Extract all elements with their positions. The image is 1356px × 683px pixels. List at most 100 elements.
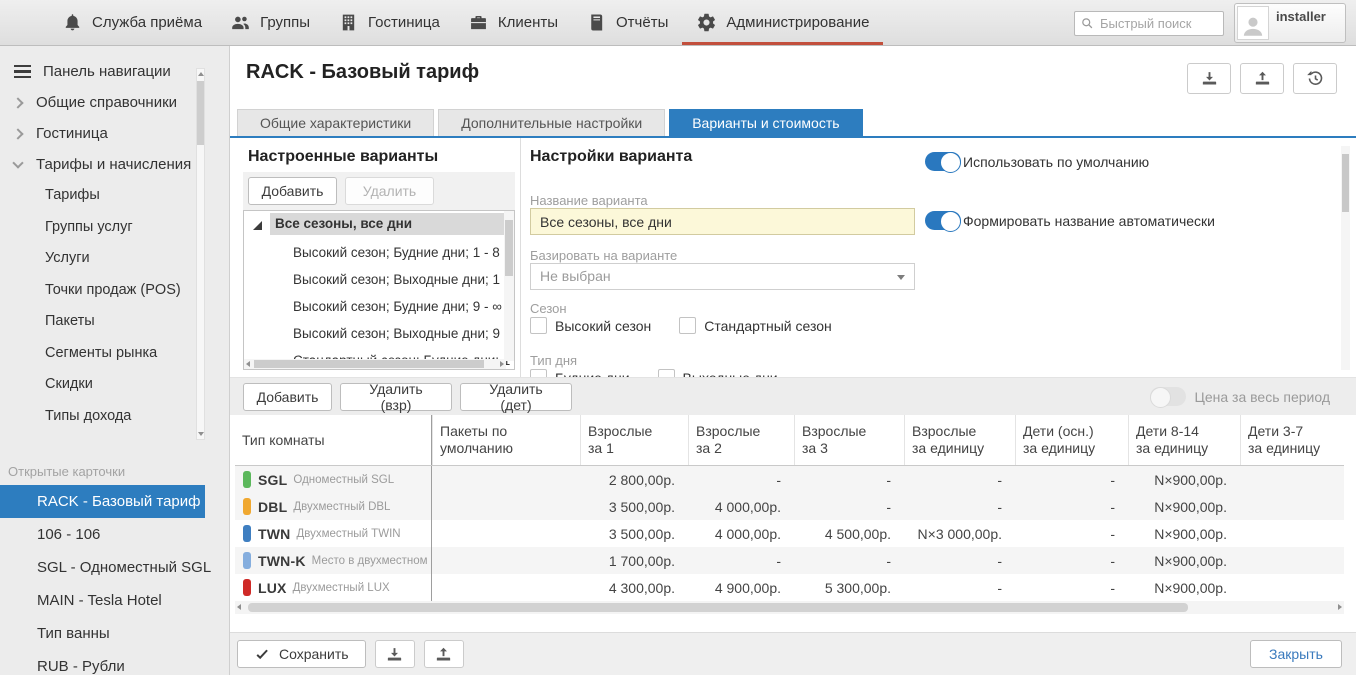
- cell-adults-3[interactable]: -: [794, 553, 904, 569]
- cell-children-8-14[interactable]: N×900,00р.: [1128, 553, 1240, 569]
- cell-adults-3[interactable]: -: [794, 472, 904, 488]
- cell-children-8-14[interactable]: N×900,00р.: [1128, 499, 1240, 515]
- nav-hotel[interactable]: Гостиница: [324, 0, 454, 45]
- tree-expand-icon[interactable]: [253, 221, 262, 230]
- sidebar-item-hotel[interactable]: Гостиница: [0, 118, 229, 149]
- variant-add-button[interactable]: Добавить: [248, 177, 337, 205]
- cell-adults-3[interactable]: -: [794, 499, 904, 515]
- cell-adults-2[interactable]: 4 000,00р.: [688, 526, 794, 542]
- open-card-bath-type[interactable]: Тип ванны: [0, 617, 229, 650]
- table-row-sgl[interactable]: SGLОдноместный SGL 2 800,00р. - - - - N×…: [235, 466, 1344, 493]
- variant-name-input[interactable]: [530, 208, 915, 235]
- checkbox-icon[interactable]: [530, 317, 547, 334]
- scroll-right-arrow-icon[interactable]: [1338, 604, 1342, 610]
- tree-node-root[interactable]: Все сезоны, все дни: [244, 213, 514, 239]
- season-high-checkbox[interactable]: Высокий сезон: [530, 317, 651, 334]
- scroll-right-arrow-icon[interactable]: [500, 361, 504, 367]
- footer-export-button[interactable]: [375, 640, 415, 668]
- import-button[interactable]: [1240, 63, 1284, 94]
- save-button[interactable]: Сохранить: [237, 640, 366, 668]
- sidebar-item-navigation-panel[interactable]: Панель навигации: [0, 56, 229, 87]
- tree-node-variant[interactable]: Высокий сезон; Будние дни; 9 - ∞: [244, 293, 514, 320]
- cell-adults-2[interactable]: 4 900,00р.: [688, 580, 794, 596]
- history-button[interactable]: [1293, 63, 1337, 94]
- cell-adults-unit[interactable]: -: [904, 553, 1015, 569]
- season-standard-checkbox[interactable]: Стандартный сезон: [679, 317, 832, 334]
- tree-node-variant[interactable]: Высокий сезон; Будние дни; 1 - 8: [244, 239, 514, 266]
- close-button[interactable]: Закрыть: [1250, 640, 1342, 668]
- daytype-weekdays-checkbox[interactable]: Будние дни: [530, 369, 630, 377]
- sidebar-item-income-types[interactable]: Типы дохода: [0, 401, 229, 433]
- cell-adults-1[interactable]: 2 800,00р.: [580, 472, 688, 488]
- scroll-down-arrow-icon[interactable]: [198, 432, 204, 436]
- cell-adults-1[interactable]: 4 300,00р.: [580, 580, 688, 596]
- sidebar-item-services[interactable]: Услуги: [0, 243, 229, 275]
- scrollbar-thumb[interactable]: [254, 360, 484, 368]
- table-row-dbl[interactable]: DBLДвухместный DBL 3 500,00р. 4 000,00р.…: [235, 493, 1344, 520]
- sidebar-item-discounts[interactable]: Скидки: [0, 369, 229, 401]
- cell-children-main[interactable]: -: [1015, 499, 1128, 515]
- tab-variants-and-price[interactable]: Варианты и стоимость: [669, 109, 862, 137]
- open-card-rack-tariff[interactable]: RACK - Базовый тариф: [0, 485, 205, 518]
- sidebar-item-service-groups[interactable]: Группы услуг: [0, 212, 229, 244]
- tab-additional-settings[interactable]: Дополнительные настройки: [438, 109, 665, 137]
- price-add-button[interactable]: Добавить: [243, 383, 332, 411]
- checkbox-icon[interactable]: [658, 369, 675, 377]
- cell-adults-1[interactable]: 1 700,00р.: [580, 553, 688, 569]
- nav-administration[interactable]: Администрирование: [682, 0, 883, 45]
- checkbox-icon[interactable]: [530, 369, 547, 377]
- cell-children-main[interactable]: -: [1015, 580, 1128, 596]
- auto-name-toggle[interactable]: [925, 211, 961, 230]
- base-variant-select[interactable]: Не выбран: [530, 263, 915, 290]
- search-input[interactable]: [1075, 12, 1223, 35]
- table-horizontal-scrollbar[interactable]: [235, 601, 1344, 614]
- sidebar-item-common-directories[interactable]: Общие справочники: [0, 87, 229, 118]
- cell-adults-unit[interactable]: N×3 000,00р.: [904, 526, 1015, 542]
- table-row-twn-k[interactable]: TWN-KМесто в двухместном TWIN 1 700,00р.…: [235, 547, 1344, 574]
- settings-scrollbar[interactable]: [1341, 146, 1350, 370]
- cell-children-main[interactable]: -: [1015, 526, 1128, 542]
- user-menu[interactable]: installer: [1234, 3, 1346, 43]
- cell-adults-1[interactable]: 3 500,00р.: [580, 499, 688, 515]
- cell-children-main[interactable]: -: [1015, 553, 1128, 569]
- cell-children-main[interactable]: -: [1015, 472, 1128, 488]
- scrollbar-thumb[interactable]: [248, 603, 1188, 612]
- sidebar-scrollbar[interactable]: [196, 68, 205, 440]
- nav-reports[interactable]: Отчёты: [572, 0, 682, 45]
- price-remove-adult-button[interactable]: Удалить (взр): [340, 383, 452, 411]
- open-card-main-hotel[interactable]: MAIN - Tesla Hotel: [0, 584, 229, 617]
- scrollbar-thumb[interactable]: [197, 81, 204, 145]
- sidebar-item-tariffs-group[interactable]: Тарифы и начисления: [0, 149, 229, 180]
- cell-adults-unit[interactable]: -: [904, 580, 1015, 596]
- checkbox-icon[interactable]: [679, 317, 696, 334]
- export-button[interactable]: [1187, 63, 1231, 94]
- scroll-left-arrow-icon[interactable]: [246, 361, 250, 367]
- nav-groups[interactable]: Группы: [216, 0, 324, 45]
- use-default-toggle[interactable]: [925, 152, 961, 171]
- variant-delete-button[interactable]: Удалить: [345, 177, 434, 205]
- tree-horizontal-scrollbar[interactable]: [244, 359, 506, 369]
- cell-adults-2[interactable]: 4 000,00р.: [688, 499, 794, 515]
- open-card-rub[interactable]: RUB - Рубли: [0, 650, 229, 683]
- scroll-left-arrow-icon[interactable]: [237, 604, 241, 610]
- tree-node-variant[interactable]: Высокий сезон; Выходные дни; 1 - 8: [244, 266, 514, 293]
- price-remove-child-button[interactable]: Удалить (дет): [460, 383, 572, 411]
- cell-adults-unit[interactable]: -: [904, 499, 1015, 515]
- sidebar-item-tariffs[interactable]: Тарифы: [0, 180, 229, 212]
- cell-adults-3[interactable]: 4 500,00р.: [794, 526, 904, 542]
- cell-children-8-14[interactable]: N×900,00р.: [1128, 472, 1240, 488]
- open-card-sgl[interactable]: SGL - Одноместный SGL: [0, 551, 229, 584]
- cell-children-8-14[interactable]: N×900,00р.: [1128, 580, 1240, 596]
- sidebar-item-packages[interactable]: Пакеты: [0, 306, 229, 338]
- tree-vertical-scrollbar[interactable]: [504, 211, 514, 361]
- nav-clients[interactable]: Клиенты: [454, 0, 572, 45]
- footer-import-button[interactable]: [424, 640, 464, 668]
- cell-adults-2[interactable]: -: [688, 472, 794, 488]
- nav-front-desk[interactable]: Служба приёма: [48, 0, 216, 45]
- scrollbar-thumb[interactable]: [505, 220, 513, 276]
- cell-adults-1[interactable]: 3 500,00р.: [580, 526, 688, 542]
- cell-adults-3[interactable]: 5 300,00р.: [794, 580, 904, 596]
- scrollbar-thumb[interactable]: [1342, 154, 1349, 212]
- table-row-lux[interactable]: LUXДвухместный LUX 4 300,00р. 4 900,00р.…: [235, 574, 1344, 601]
- daytype-weekends-checkbox[interactable]: Выходные дни: [658, 369, 778, 377]
